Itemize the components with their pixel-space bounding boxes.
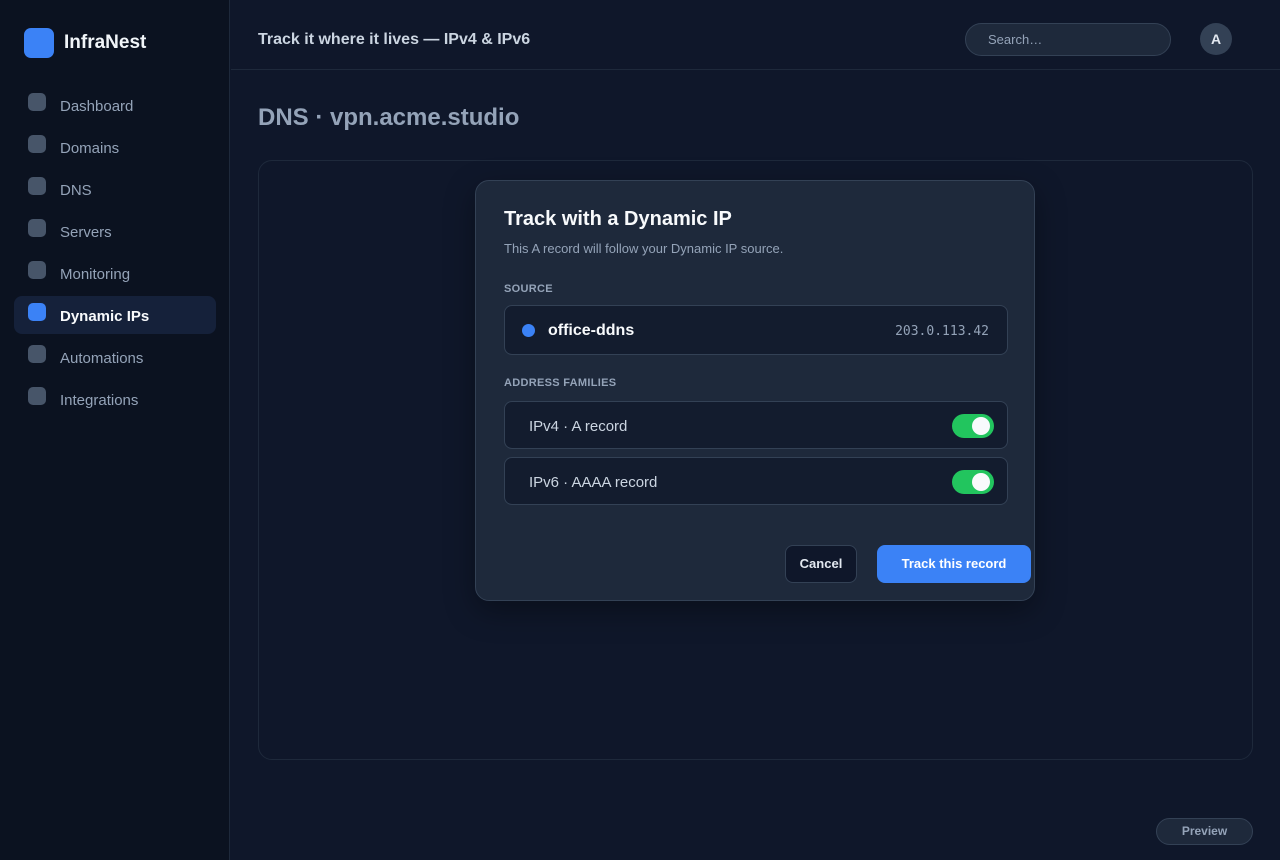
domains-icon [28,135,46,153]
dns-icon [28,177,46,195]
source-ip: 203.0.113.42 [895,324,989,339]
toggle-knob [972,417,990,435]
sidebar-item-label: Automations [60,350,144,367]
track-dynamic-ip-dialog: Track with a Dynamic IP This A record wi… [475,180,1035,601]
source-selector[interactable]: office-ddns 203.0.113.42 [504,305,1008,355]
integrations-icon [28,387,46,405]
sidebar-item-monitoring[interactable]: Monitoring [14,254,216,292]
sidebar: InfraNest Dashboard Domains DNS Servers … [0,0,230,860]
sidebar-item-label: Domains [60,140,120,157]
sidebar-item-automations[interactable]: Automations [14,338,216,376]
dashboard-icon [28,93,46,111]
topbar: Track it where it lives — IPv4 & IPv6 A [231,0,1280,70]
sidebar-item-dashboard[interactable]: Dashboard [14,86,216,124]
brand-logo-icon [24,28,54,58]
avatar[interactable]: A [1200,23,1232,55]
source-section-label: SOURCE [504,283,553,295]
family-row-ipv4: IPv4 · A record [504,401,1008,449]
dynamic-ips-icon [28,303,46,321]
automations-icon [28,345,46,363]
search-input[interactable] [965,23,1171,56]
source-status-dot-icon [522,324,535,337]
sidebar-item-dns[interactable]: DNS [14,170,216,208]
family-label: IPv6 · AAAA record [529,474,658,491]
source-name: office-ddns [548,322,635,339]
sidebar-item-label: Integrations [60,392,139,409]
sidebar-item-dynamic-ips[interactable]: Dynamic IPs [14,296,216,334]
sidebar-nav: Dashboard Domains DNS Servers Monitoring… [14,86,216,422]
sidebar-item-label: Monitoring [60,266,131,283]
monitoring-icon [28,261,46,279]
ipv6-toggle[interactable] [952,470,994,494]
track-record-button[interactable]: Track this record [877,545,1031,583]
family-label: IPv4 · A record [529,418,628,435]
servers-icon [28,219,46,237]
brand[interactable]: InfraNest [24,28,146,58]
sidebar-item-label: Dynamic IPs [60,308,150,325]
sidebar-item-integrations[interactable]: Integrations [14,380,216,418]
dialog-subtitle: This A record will follow your Dynamic I… [504,241,784,256]
sidebar-item-label: Dashboard [60,98,134,115]
address-families-label: ADDRESS FAMILIES [504,377,617,389]
cancel-button[interactable]: Cancel [785,545,857,583]
topbar-title: Track it where it lives — IPv4 & IPv6 [258,31,531,48]
family-row-ipv6: IPv6 · AAAA record [504,457,1008,505]
sidebar-item-servers[interactable]: Servers [14,212,216,250]
dialog-title: Track with a Dynamic IP [504,208,732,230]
sidebar-item-label: Servers [60,224,112,241]
sidebar-item-label: DNS [60,182,92,199]
toggle-knob [972,473,990,491]
page-title: DNS · vpn.acme.studio [258,104,520,131]
brand-name: InfraNest [64,32,147,53]
preview-button[interactable]: Preview [1156,818,1253,845]
ipv4-toggle[interactable] [952,414,994,438]
sidebar-item-domains[interactable]: Domains [14,128,216,166]
